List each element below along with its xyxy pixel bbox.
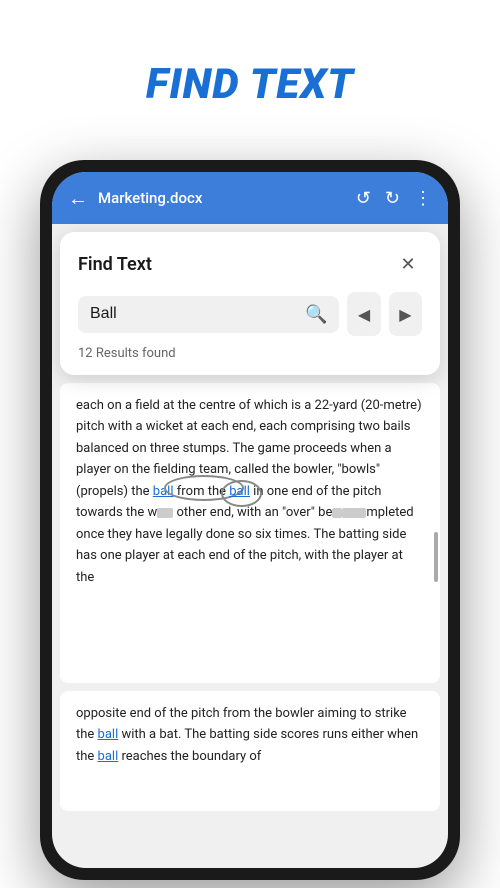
scrollbar[interactable] [434,532,438,582]
more-options-icon[interactable]: ⋮ [414,188,432,209]
dialog-title: Find Text [78,254,152,275]
results-count: 12 Results found [78,346,422,361]
app-toolbar: ← Marketing.docx ↺ ↻ ⋮ [52,172,448,224]
prev-result-button[interactable]: ◀ [347,292,380,336]
word-ball-2: ball [98,727,119,742]
dialog-header: Find Text ✕ [78,250,422,278]
undo-icon[interactable]: ↺ [356,188,371,209]
search-input[interactable] [90,305,297,323]
document-content-2: opposite end of the pitch from the bowle… [60,691,440,811]
search-input-container: 🔍 [78,296,339,333]
toolbar-left: ← Marketing.docx [68,186,202,211]
page-title: FIND TEXT [0,60,500,109]
word-ball-1: ball [153,484,174,499]
phone-frame: ← Marketing.docx ↺ ↻ ⋮ Find Text ✕ 🔍 ◀ [40,160,460,880]
phone-screen: ← Marketing.docx ↺ ↻ ⋮ Find Text ✕ 🔍 ◀ [52,172,448,868]
next-result-button[interactable]: ▶ [389,292,422,336]
redo-icon[interactable]: ↻ [385,188,400,209]
back-icon[interactable]: ← [68,186,88,211]
find-text-dialog: Find Text ✕ 🔍 ◀ ▶ 12 Results found [60,232,440,375]
close-button[interactable]: ✕ [394,250,422,278]
toolbar-filename: Marketing.docx [98,189,202,207]
search-icon[interactable]: 🔍 [305,304,327,325]
doc-paragraph-2: opposite end of the pitch from the bowle… [76,703,424,767]
toolbar-right: ↺ ↻ ⋮ [356,188,432,209]
document-content-1: each on a field at the centre of which i… [60,383,440,683]
word-ball-3: ball [98,749,119,764]
search-row: 🔍 ◀ ▶ [78,292,422,336]
word-ball-highlighted: ball [229,484,250,499]
doc-paragraph-1: each on a field at the centre of which i… [76,395,424,588]
